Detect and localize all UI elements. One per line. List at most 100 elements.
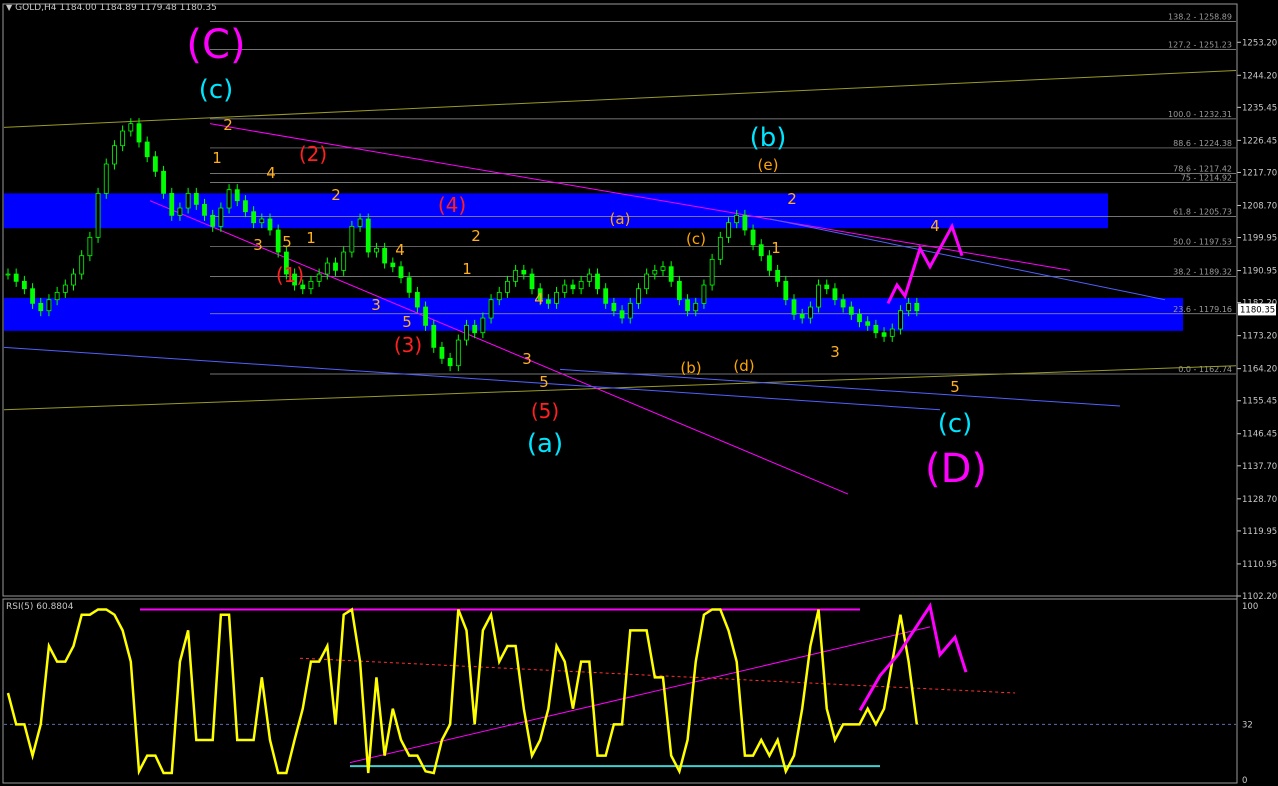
price-tick-label: 1190.95 xyxy=(1242,267,1277,277)
wave-label: (c) xyxy=(199,75,234,105)
sub-wave-label: 3 xyxy=(253,236,263,254)
candle xyxy=(431,324,437,348)
candle xyxy=(406,277,412,293)
candle xyxy=(693,302,699,312)
candle xyxy=(390,262,396,268)
candle xyxy=(275,229,281,253)
sub-wave-label: 4 xyxy=(930,217,940,235)
triangle-down-icon[interactable]: ▼ xyxy=(6,3,12,12)
candle xyxy=(398,266,404,279)
price-tick-label: 1208.70 xyxy=(1242,201,1277,211)
candle xyxy=(529,273,535,290)
candle xyxy=(210,214,216,227)
candle xyxy=(316,273,322,282)
candle xyxy=(611,302,617,312)
sub-wave-label: 5 xyxy=(950,378,960,396)
candle xyxy=(472,324,478,334)
rsi-level-label: 100 xyxy=(1242,602,1258,612)
candle xyxy=(807,306,813,319)
sub-wave-label: 3 xyxy=(830,343,840,361)
candle xyxy=(685,299,690,312)
candle xyxy=(374,247,379,253)
sub-wave-label: 5 xyxy=(539,373,549,391)
candle xyxy=(95,192,101,238)
candle xyxy=(169,192,175,216)
support-zone xyxy=(4,297,1183,331)
candle xyxy=(87,236,93,257)
candle xyxy=(152,156,158,172)
sub-wave-label: 1 xyxy=(212,149,222,167)
candle xyxy=(840,299,846,308)
wave-label: (3) xyxy=(394,333,422,357)
candle xyxy=(488,299,494,319)
wave-label: (2) xyxy=(299,142,327,166)
candle xyxy=(505,280,510,293)
fib-label: 50.0 - 1197.53 xyxy=(1173,237,1232,246)
fib-label: 75 - 1214.92 xyxy=(1181,174,1232,183)
candle xyxy=(644,273,650,290)
candle xyxy=(30,288,35,304)
candle xyxy=(62,284,68,293)
fib-label: 78.6 - 1217.42 xyxy=(1173,164,1232,173)
candle xyxy=(112,145,117,165)
wave-label: (b) xyxy=(750,123,787,153)
candle xyxy=(767,255,772,271)
sub-wave-label: 5 xyxy=(282,233,292,251)
wave-label: (c) xyxy=(938,409,973,439)
price-tick-label: 1102.20 xyxy=(1242,592,1277,602)
ohlc-values: 1184.00 1184.89 1179.48 1180.35 xyxy=(59,3,217,13)
price-tick-label: 1110.95 xyxy=(1242,560,1277,570)
candle xyxy=(251,211,257,224)
candle xyxy=(636,288,641,304)
candle xyxy=(668,266,674,282)
price-tick-label: 1164.20 xyxy=(1242,365,1277,375)
candle xyxy=(758,244,764,257)
sub-wave-label: 2 xyxy=(223,116,233,134)
candle xyxy=(21,280,27,290)
candle xyxy=(881,332,887,337)
candle xyxy=(586,273,592,282)
sub-wave-label: 1 xyxy=(462,260,472,278)
candle xyxy=(701,284,707,304)
candle xyxy=(71,273,76,286)
candle xyxy=(54,291,60,301)
fib-label: 88.6 - 1224.38 xyxy=(1173,139,1232,148)
fib-label: 38.2 - 1189.32 xyxy=(1173,268,1232,277)
candle xyxy=(13,273,19,282)
rsi-level-label: 32 xyxy=(1242,720,1253,730)
candle xyxy=(619,310,625,319)
sub-wave-label: 1 xyxy=(771,239,781,257)
candle xyxy=(865,321,871,326)
candle xyxy=(349,225,355,253)
candle xyxy=(202,203,207,216)
price-tick-label: 1217.70 xyxy=(1242,168,1277,178)
candle xyxy=(365,218,371,253)
candle xyxy=(5,273,11,276)
candle xyxy=(914,302,920,312)
fib-label: 138.2 - 1258.89 xyxy=(1168,12,1232,21)
symbol-title: GOLD,H4 xyxy=(15,3,57,13)
price-tick-label: 1128.70 xyxy=(1242,495,1277,505)
candle xyxy=(46,299,52,312)
candle xyxy=(455,339,461,367)
candle xyxy=(791,299,797,315)
fib-label: 61.8 - 1205.73 xyxy=(1173,207,1232,216)
wave-label: (5) xyxy=(531,399,559,423)
candle xyxy=(423,306,428,326)
candle xyxy=(480,317,486,334)
sub-wave-label: 4 xyxy=(266,164,276,182)
candle xyxy=(226,189,232,209)
candle xyxy=(38,302,44,312)
wave-label: (c) xyxy=(686,230,706,248)
candle xyxy=(496,291,502,301)
candle xyxy=(357,218,363,227)
wave-label: (4) xyxy=(438,193,466,217)
price-tick-label: 1137.70 xyxy=(1242,462,1277,472)
sub-wave-label: 4 xyxy=(534,290,544,308)
rsi-level-label: 0 xyxy=(1242,776,1247,786)
wave-label: (1) xyxy=(276,263,304,287)
candle xyxy=(79,255,85,275)
candle xyxy=(578,280,584,290)
candle xyxy=(521,269,527,275)
sub-wave-label: 2 xyxy=(471,227,481,245)
